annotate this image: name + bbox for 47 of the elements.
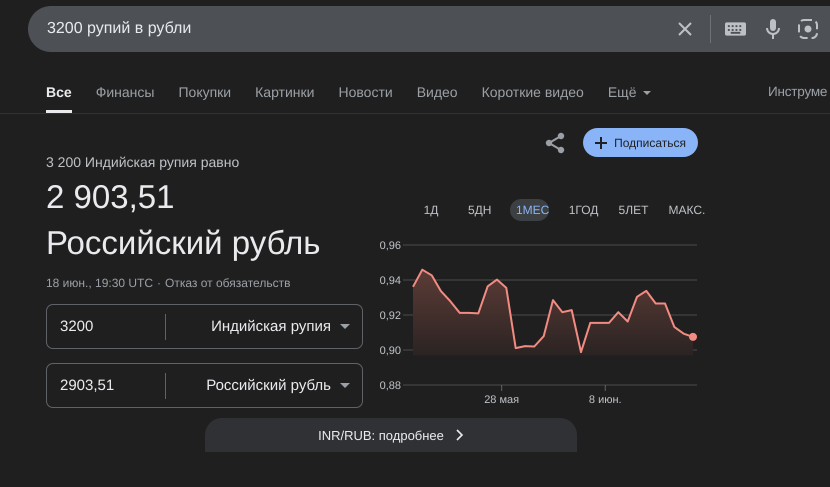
range-tab[interactable]: МАКС. xyxy=(662,199,704,221)
share-icon[interactable] xyxy=(545,132,566,154)
chevron-right-icon xyxy=(456,429,464,441)
camera-icon[interactable] xyxy=(798,19,818,39)
search-tab[interactable]: Короткие видео xyxy=(482,84,584,113)
timestamp: 18 июн., 19:30 UTC xyxy=(46,276,154,290)
conversion-caption: 3 200 Индийская рупия равно xyxy=(46,154,240,172)
clear-icon[interactable] xyxy=(677,21,693,37)
amount-field[interactable]: 3200 xyxy=(47,318,165,335)
range-tab[interactable]: 1ГОД xyxy=(562,199,599,221)
search-field[interactable]: 3200 рупий в рубли xyxy=(28,6,830,52)
range-tab[interactable]: 5ЛЕТ xyxy=(612,199,648,221)
search-tab[interactable]: Новости xyxy=(338,84,393,113)
range-tab[interactable]: 1Д xyxy=(414,199,448,221)
separator-dot: · xyxy=(157,276,162,290)
search-tab[interactable]: Покупки xyxy=(178,84,232,113)
subscribe-button[interactable]: Подписаться xyxy=(583,128,698,157)
x-axis-label: 28 мая xyxy=(484,394,520,406)
end-point-marker xyxy=(689,332,697,341)
y-axis-label: 0,90 xyxy=(380,345,401,357)
y-axis-label: 0,92 xyxy=(380,310,401,322)
search-query: 3200 рупий в рубли xyxy=(47,20,192,38)
amount-field[interactable]: 2903,51 xyxy=(47,377,165,394)
search-tab[interactable]: Все xyxy=(46,84,72,113)
search-tab[interactable]: Картинки xyxy=(255,84,314,113)
y-axis-label: 0,96 xyxy=(380,240,401,252)
plus-icon xyxy=(595,136,608,148)
tools-tab[interactable]: Инструме xyxy=(768,84,828,99)
search-tab[interactable]: Ещё xyxy=(608,84,650,113)
currency-dropdown[interactable]: Российский рубль xyxy=(166,377,362,394)
caret-icon xyxy=(642,91,650,95)
currency-dropdown[interactable]: Индийская рупия xyxy=(166,318,362,335)
y-axis-label: 0,94 xyxy=(380,275,401,287)
currency-name: Российский рубль xyxy=(46,223,322,263)
converted-amount: 2 903,51 xyxy=(46,177,176,217)
caret-icon xyxy=(340,383,350,388)
search-tab[interactable]: Финансы xyxy=(96,84,154,113)
microphone-icon[interactable] xyxy=(766,19,780,39)
search-tab[interactable]: Видео xyxy=(416,84,458,113)
keyboard-icon[interactable] xyxy=(725,22,746,36)
details-button[interactable]: INR/RUB: подробнее xyxy=(205,418,577,452)
x-axis-label: 8 июн. xyxy=(588,394,622,406)
range-tab[interactable]: 1МЕС xyxy=(510,199,549,221)
y-axis-label: 0,88 xyxy=(380,380,401,392)
range-tab[interactable]: 5ДН xyxy=(462,199,496,221)
caret-icon xyxy=(340,324,350,329)
disclaimer-link[interactable]: Отказ от обязательств xyxy=(165,276,290,290)
